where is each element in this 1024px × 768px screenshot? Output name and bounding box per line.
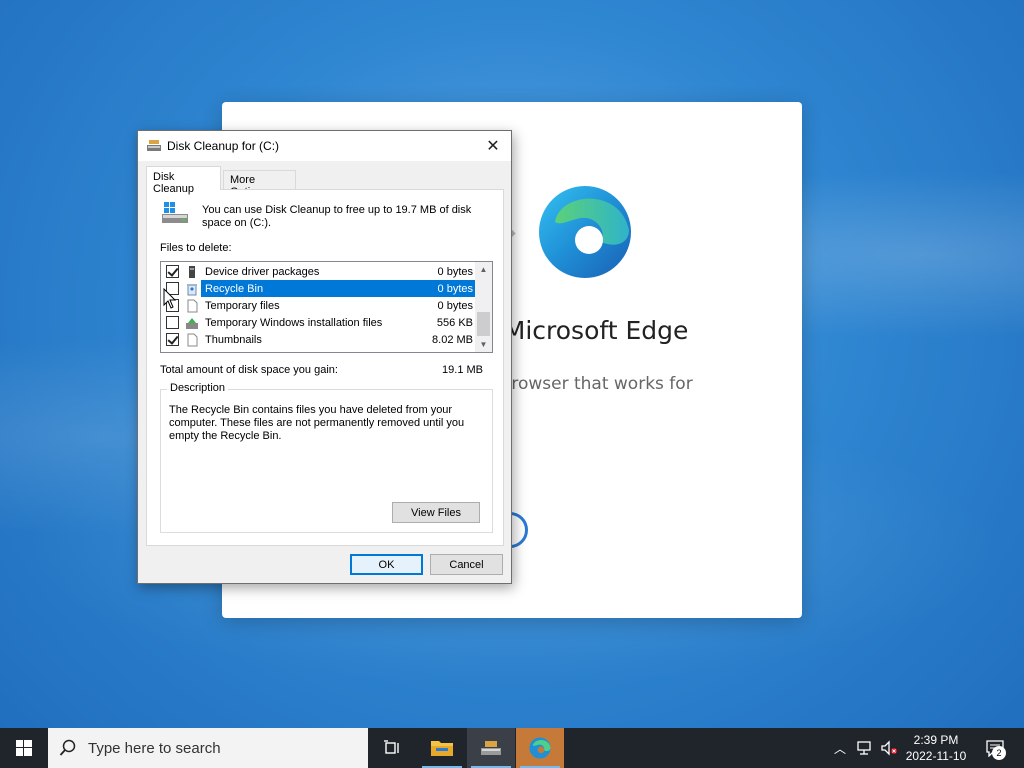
mouse-pointer-icon bbox=[163, 288, 177, 309]
file-size: 0 bytes bbox=[405, 282, 475, 295]
list-item[interactable]: Temporary files 0 bytes bbox=[163, 297, 475, 314]
scroll-up-arrow-icon[interactable]: ▲ bbox=[475, 262, 492, 277]
file-size: 0 bytes bbox=[437, 299, 473, 312]
taskbar-search-box[interactable]: Type here to search bbox=[48, 728, 368, 768]
scroll-down-arrow-icon[interactable]: ▼ bbox=[475, 337, 492, 352]
disk-cleanup-dialog: Disk Cleanup for (C:) ✕ Disk Cleanup Mor… bbox=[137, 130, 512, 584]
list-item[interactable]: Device driver packages 0 bytes bbox=[163, 263, 475, 280]
taskbar-clock[interactable]: 2:39 PM 2022-11-10 bbox=[896, 728, 976, 768]
recycle-bin-icon bbox=[187, 283, 197, 295]
list-item[interactable]: Recycle Bin 0 bytes bbox=[163, 280, 475, 297]
hard-drive-icon bbox=[162, 202, 188, 223]
file-size: 8.02 MB bbox=[432, 333, 473, 346]
intro-text: You can use Disk Cleanup to free up to 1… bbox=[202, 204, 472, 229]
close-icon: ✕ bbox=[486, 138, 500, 155]
task-view-icon bbox=[384, 740, 399, 754]
file-name: Temporary files bbox=[205, 299, 280, 312]
cancel-button[interactable]: Cancel bbox=[430, 554, 503, 575]
search-icon bbox=[59, 739, 76, 756]
clock-time: 2:39 PM bbox=[913, 733, 959, 747]
dialog-title: Disk Cleanup for (C:) bbox=[167, 139, 280, 153]
files-to-delete-list[interactable]: Device driver packages 0 bytes Recycle B… bbox=[160, 261, 493, 353]
description-group: Description The Recycle Bin contains fil… bbox=[160, 382, 493, 533]
notification-count-badge: 2 bbox=[992, 746, 1006, 760]
file-size: 0 bytes bbox=[437, 265, 473, 278]
description-text: The Recycle Bin contains files you have … bbox=[169, 404, 465, 442]
list-item[interactable]: Temporary Windows installation files 556… bbox=[163, 314, 475, 331]
dialog-titlebar[interactable]: Disk Cleanup for (C:) ✕ bbox=[138, 131, 511, 161]
network-icon bbox=[857, 741, 871, 755]
taskbar: Type here to search ︿ 2:39 PM 2022-11-10 bbox=[0, 728, 1024, 768]
clock-date: 2022-11-10 bbox=[905, 749, 967, 763]
driver-icon bbox=[189, 265, 195, 278]
disk-cleanup-app-icon bbox=[147, 140, 161, 151]
file-size: 556 KB bbox=[436, 316, 473, 329]
edge-icon bbox=[529, 737, 551, 759]
scroll-thumb[interactable] bbox=[477, 312, 490, 336]
files-to-delete-label: Files to delete: bbox=[160, 242, 232, 254]
file-name: Thumbnails bbox=[205, 333, 262, 346]
start-button[interactable] bbox=[0, 728, 48, 768]
tab-disk-cleanup[interactable]: Disk Cleanup bbox=[146, 166, 221, 195]
total-space-label: Total amount of disk space you gain: bbox=[160, 364, 338, 376]
file-checkbox[interactable] bbox=[166, 265, 179, 278]
total-space-value: 19.1 MB bbox=[442, 364, 483, 376]
file-name: Temporary Windows installation files bbox=[205, 316, 383, 329]
task-view-button[interactable] bbox=[368, 728, 416, 768]
file-list-scrollbar[interactable]: ▲ ▼ bbox=[475, 262, 492, 352]
folder-icon bbox=[431, 741, 453, 756]
taskbar-file-explorer[interactable] bbox=[418, 728, 466, 768]
list-item[interactable]: Thumbnails 8.02 MB bbox=[163, 331, 475, 348]
file-icon bbox=[187, 299, 198, 312]
file-name: Device driver packages bbox=[205, 265, 320, 278]
chevron-up-icon: ︿ bbox=[833, 741, 846, 756]
file-name: Recycle Bin bbox=[203, 281, 405, 296]
close-button[interactable]: ✕ bbox=[475, 131, 511, 161]
view-files-button[interactable]: View Files bbox=[392, 502, 480, 523]
file-checkbox[interactable] bbox=[166, 333, 179, 346]
disk-cleanup-panel: You can use Disk Cleanup to free up to 1… bbox=[146, 189, 504, 546]
edge-logo-icon bbox=[539, 186, 631, 278]
show-hidden-icons-button[interactable]: ︿ bbox=[830, 728, 850, 768]
disk-cleanup-icon bbox=[481, 741, 501, 755]
file-checkbox[interactable] bbox=[166, 316, 179, 329]
search-placeholder: Type here to search bbox=[88, 739, 221, 757]
file-icon bbox=[187, 333, 198, 346]
description-legend: Description bbox=[167, 382, 229, 394]
ok-button[interactable]: OK bbox=[350, 554, 423, 575]
network-status-button[interactable] bbox=[854, 728, 876, 768]
taskbar-disk-cleanup[interactable] bbox=[467, 728, 515, 768]
windows-setup-icon bbox=[186, 317, 198, 329]
tab-more-options[interactable]: More Options bbox=[223, 170, 296, 198]
windows-logo-icon bbox=[16, 740, 32, 756]
taskbar-edge[interactable] bbox=[516, 728, 564, 768]
